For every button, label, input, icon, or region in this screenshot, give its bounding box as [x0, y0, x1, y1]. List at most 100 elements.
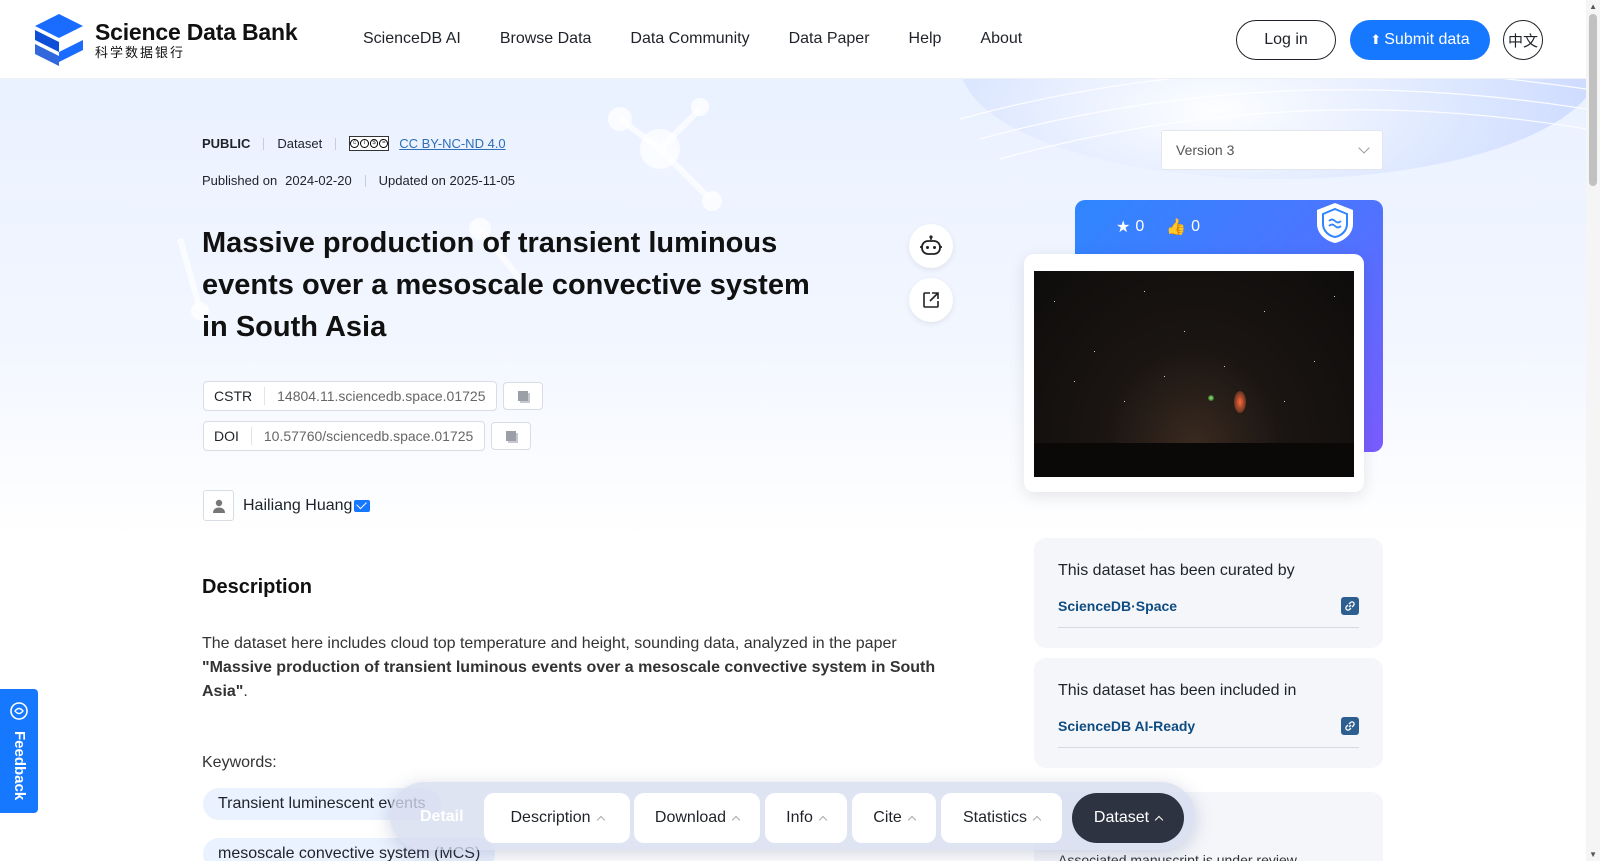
divider	[335, 137, 337, 150]
scroll-down-arrow-icon[interactable]: ▼	[1589, 850, 1597, 859]
star-count-value: 0	[1135, 218, 1145, 235]
author-row: Hailiang Huang	[203, 490, 371, 521]
published-date: 2024-02-20	[285, 173, 352, 188]
included-label: This dataset has been included in	[1058, 682, 1297, 699]
chevron-down-icon	[1358, 142, 1370, 154]
dataset-meta-row: PUBLIC Dataset c i $ = CC BY-NC-ND 4.0	[202, 136, 506, 151]
star-count[interactable]: ★ 0	[1116, 217, 1144, 237]
chevron-up-icon	[596, 815, 605, 825]
external-link-icon	[923, 292, 939, 308]
share-button[interactable]	[909, 278, 953, 322]
copy-icon	[506, 431, 517, 441]
chevron-up-icon	[818, 815, 828, 825]
chevron-up-icon	[1154, 815, 1164, 825]
doi-row: DOI 10.57760/sciencedb.space.01725	[203, 421, 532, 451]
doi-value[interactable]: 10.57760/sciencedb.space.01725	[252, 428, 484, 444]
version-select[interactable]: Version 3	[1161, 130, 1383, 170]
logo-english: Science Data Bank	[95, 19, 298, 45]
avatar	[203, 490, 234, 521]
submit-data-button[interactable]: ⬆ Submit data	[1350, 20, 1490, 60]
description-text: The dataset here includes cloud top temp…	[202, 632, 947, 704]
feedback-icon	[10, 702, 28, 720]
cstr-field: CSTR 14804.11.sciencedb.space.01725	[203, 381, 498, 411]
chevron-up-icon	[731, 815, 741, 825]
dataset-cover-image[interactable]	[1034, 271, 1354, 477]
tab-download[interactable]: Download	[634, 793, 760, 843]
tab-detail[interactable]: Detail	[420, 808, 464, 826]
ai-assistant-button[interactable]	[909, 224, 953, 268]
included-card: This dataset has been included in Scienc…	[1034, 658, 1383, 768]
feedback-button[interactable]: Feedback	[0, 689, 38, 813]
curated-label: This dataset has been curated by	[1058, 562, 1295, 579]
tab-dataset[interactable]: Dataset	[1072, 793, 1184, 843]
shield-badge-icon	[1317, 203, 1353, 243]
curated-card: This dataset has been curated by Science…	[1034, 538, 1383, 648]
description-heading: Description	[202, 576, 313, 598]
feedback-label: Feedback	[11, 731, 28, 801]
description-intro: The dataset here includes cloud top temp…	[202, 635, 897, 652]
submit-data-label: Submit data	[1384, 31, 1470, 48]
copy-icon	[518, 391, 529, 401]
divider	[1058, 747, 1359, 748]
tab-statistics[interactable]: Statistics	[941, 793, 1062, 843]
robot-icon	[920, 235, 942, 255]
tab-download-label: Download	[654, 809, 727, 826]
manuscript-status: Associated manuscript is under review	[1058, 852, 1297, 861]
published-label: Published on	[202, 173, 278, 188]
chevron-up-icon	[907, 815, 916, 825]
copy-cstr-button[interactable]	[503, 382, 544, 410]
like-count-value: 0	[1191, 218, 1201, 235]
user-icon	[212, 499, 225, 513]
nav-about[interactable]: About	[980, 30, 1022, 48]
divider	[364, 174, 366, 187]
logo-text: Science Data Bank 科学数据银行	[95, 19, 298, 61]
nav-browse-data[interactable]: Browse Data	[500, 30, 592, 48]
visibility-label: PUBLIC	[202, 136, 251, 151]
tab-dataset-label: Dataset	[1093, 809, 1150, 826]
tab-info[interactable]: Info	[765, 793, 847, 843]
login-button[interactable]: Log in	[1236, 20, 1336, 60]
tab-cite[interactable]: Cite	[852, 793, 936, 843]
page-scrollbar[interactable]: ▲ ▼	[1586, 0, 1600, 861]
chevron-up-icon	[1032, 815, 1042, 825]
main-nav: ScienceDB AI Browse Data Data Community …	[363, 30, 1061, 48]
section-tab-bar: Detail Description Download Info Cite St…	[390, 782, 1195, 850]
doi-key: DOI	[204, 427, 252, 445]
link-icon[interactable]	[1341, 717, 1359, 735]
link-icon[interactable]	[1341, 597, 1359, 615]
divider	[263, 137, 265, 150]
like-count[interactable]: 👍 0	[1166, 217, 1200, 237]
tab-description[interactable]: Description	[484, 793, 630, 843]
description-paper-title: "Massive production of transient luminou…	[202, 659, 936, 700]
cstr-value[interactable]: 14804.11.sciencedb.space.01725	[265, 388, 496, 404]
author-name[interactable]: Hailiang Huang	[243, 497, 352, 515]
cstr-row: CSTR 14804.11.sciencedb.space.01725	[203, 381, 544, 411]
upload-icon: ⬆	[1370, 32, 1382, 47]
logo-chinese: 科学数据银行	[95, 45, 186, 60]
mail-icon[interactable]	[354, 499, 371, 512]
scroll-up-arrow-icon[interactable]: ▲	[1589, 2, 1597, 11]
nav-data-community[interactable]: Data Community	[630, 30, 749, 48]
scrollbar-thumb[interactable]	[1589, 14, 1597, 186]
dates-row: Published on 2024-02-20 Updated on 2025-…	[202, 173, 515, 188]
star-icon: ★	[1116, 219, 1131, 236]
divider	[1058, 627, 1359, 628]
type-label: Dataset	[277, 136, 323, 151]
top-header: Science Data Bank 科学数据银行 ScienceDB AI Br…	[0, 0, 1600, 79]
language-toggle[interactable]: 中文	[1503, 20, 1543, 60]
tab-cite-label: Cite	[873, 809, 902, 826]
description-end: .	[243, 683, 248, 700]
curated-link[interactable]: ScienceDB·Space	[1058, 598, 1177, 614]
tab-description-label: Description	[510, 809, 591, 826]
nav-data-paper[interactable]: Data Paper	[789, 30, 870, 48]
copy-doi-button[interactable]	[491, 422, 532, 450]
nav-help[interactable]: Help	[909, 30, 942, 48]
nav-sciencedb-ai[interactable]: ScienceDB AI	[363, 30, 461, 48]
license-link[interactable]: CC BY-NC-ND 4.0	[399, 136, 505, 151]
site-logo[interactable]: Science Data Bank 科学数据银行	[31, 12, 298, 68]
included-link[interactable]: ScienceDB AI-Ready	[1058, 718, 1195, 734]
cc-license-badge-icon: c i $ =	[349, 136, 390, 151]
keywords-label: Keywords:	[202, 754, 277, 771]
dataset-title: Massive production of transient luminous…	[202, 227, 810, 343]
version-value: Version 3	[1176, 142, 1235, 158]
